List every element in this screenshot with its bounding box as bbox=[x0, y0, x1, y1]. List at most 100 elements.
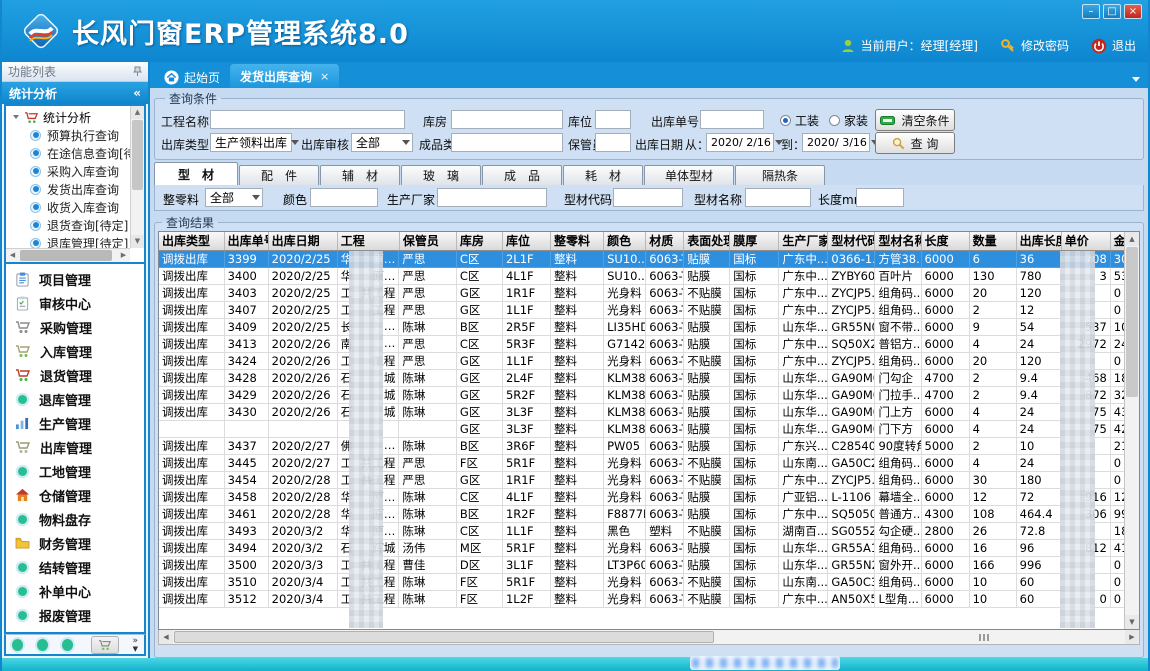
tree-item[interactable]: 在途信息查询[待 bbox=[6, 144, 130, 162]
material-tab[interactable]: 型 材 bbox=[154, 162, 238, 185]
tree-item[interactable]: 收货入库查询 bbox=[6, 198, 130, 216]
color-input[interactable] bbox=[310, 188, 378, 207]
column-header[interactable]: 型材代码 bbox=[828, 232, 875, 250]
whole-piece-select[interactable]: 全部 bbox=[205, 188, 263, 207]
dot-button[interactable] bbox=[37, 639, 48, 651]
cart-button[interactable] bbox=[91, 636, 119, 654]
order-no-input[interactable] bbox=[700, 110, 764, 129]
collapse-icon[interactable]: « bbox=[133, 86, 141, 100]
column-header[interactable]: 保管员 bbox=[399, 232, 456, 250]
tree-item[interactable]: 退货查询[待定] bbox=[6, 216, 130, 234]
audit-select[interactable]: 全部 bbox=[351, 133, 413, 152]
tree-vertical-scrollbar[interactable]: ▲ ▼ bbox=[130, 106, 144, 248]
material-tab[interactable]: 玻 璃 bbox=[401, 165, 481, 185]
column-header[interactable]: 单价 bbox=[1061, 232, 1110, 250]
table-row[interactable]: 调拨出库34092020/2/25长…陈琳B区2R5F整料LI35HD6063-… bbox=[159, 319, 1125, 336]
date-to-select[interactable]: 2020/ 3/16 bbox=[802, 133, 870, 152]
table-row[interactable]: 调拨出库34452020/2/27工共工程严思F区5R1F整料光身料6063-T… bbox=[159, 455, 1125, 472]
sidebar-item-采购管理[interactable]: 采购管理 bbox=[6, 315, 144, 339]
tab-home[interactable]: 起始页 bbox=[154, 66, 230, 88]
table-row[interactable]: 调拨出库34932020/3/2华原…陈琳C区1L1F整料黑色塑料不贴膜国标湖南… bbox=[159, 523, 1125, 540]
column-header[interactable]: 出库日期 bbox=[268, 232, 337, 250]
tab-overflow-icon[interactable] bbox=[1132, 77, 1140, 82]
date-from-select[interactable]: 2020/ 2/16 bbox=[706, 133, 774, 152]
column-header[interactable]: 整零料 bbox=[551, 232, 604, 250]
grid-vertical-scrollbar[interactable]: ▲ ▼ bbox=[1124, 232, 1139, 629]
column-header[interactable]: 工程 bbox=[337, 232, 399, 250]
tree-item[interactable]: 采购入库查询 bbox=[6, 162, 130, 180]
change-password-button[interactable]: 修改密码 bbox=[1000, 37, 1069, 54]
grid-horizontal-scrollbar[interactable]: ◀ ▶ bbox=[158, 630, 1140, 645]
material-tab[interactable]: 辅 材 bbox=[320, 165, 400, 185]
material-tab[interactable]: 单体型材 bbox=[644, 165, 734, 185]
material-tab[interactable]: 耗 材 bbox=[563, 165, 643, 185]
column-header[interactable]: 型材名称 bbox=[875, 232, 921, 250]
sidebar-item-工地管理[interactable]: 工地管理 bbox=[6, 459, 144, 483]
table-row[interactable]: 调拨出库34372020/2/27佛…陈琳B区3R6F整料PW056063-T5… bbox=[159, 438, 1125, 455]
tab-close-icon[interactable]: × bbox=[320, 70, 329, 83]
clear-conditions-button[interactable]: 清空条件 bbox=[875, 109, 955, 131]
table-row[interactable]: 调拨出库34582020/2/28华原…陈琳C区4L1F整料光身料6063-T5… bbox=[159, 489, 1125, 506]
table-row[interactable]: 调拨出库34612020/2/28华原…陈琳B区1R2F整料F8877FT606… bbox=[159, 506, 1125, 523]
search-button[interactable]: 查 询 bbox=[875, 132, 955, 154]
table-row[interactable]: 调拨出库35102020/3/4工共工程陈琳F区5R1F整料光身料6063-T5… bbox=[159, 574, 1125, 591]
column-header[interactable]: 金 bbox=[1110, 232, 1124, 250]
project-name-input[interactable] bbox=[210, 110, 405, 129]
column-header[interactable]: 颜色 bbox=[604, 232, 646, 250]
sidebar-item-审核中心[interactable]: 审核中心 bbox=[6, 291, 144, 315]
radio-jiazhuang[interactable]: 家装 bbox=[829, 112, 868, 129]
table-row[interactable]: G区3L3F整料KLM38176063-T5贴膜国标山东华...GA90M09.… bbox=[159, 421, 1125, 438]
sidebar-item-结转管理[interactable]: 结转管理 bbox=[6, 555, 144, 579]
column-header[interactable]: 库房 bbox=[456, 232, 502, 250]
close-button[interactable]: × bbox=[1124, 4, 1142, 19]
profile-name-input[interactable] bbox=[745, 188, 811, 207]
dot-button[interactable] bbox=[12, 639, 23, 651]
keeper-input[interactable] bbox=[595, 133, 631, 152]
sidebar-item-生产管理[interactable]: 生产管理 bbox=[6, 411, 144, 435]
table-row[interactable]: 调拨出库34002020/2/25华原…严思C区4L1F整料SU10...606… bbox=[159, 268, 1125, 285]
radio-gongzhuang[interactable]: 工装 bbox=[780, 112, 819, 129]
table-row[interactable]: 调拨出库34132020/2/26南…严思C区5R3F整料G714226063-… bbox=[159, 336, 1125, 353]
table-row[interactable]: 调拨出库34032020/2/25工共工程严思G区1R1F整料光身料6063-T… bbox=[159, 285, 1125, 302]
profile-code-input[interactable] bbox=[613, 188, 683, 207]
maximize-button[interactable]: □ bbox=[1103, 4, 1121, 19]
pin-icon[interactable] bbox=[133, 66, 142, 77]
column-header[interactable]: 生产厂家 bbox=[779, 232, 828, 250]
material-tab[interactable]: 成 品 bbox=[482, 165, 562, 185]
location-input[interactable] bbox=[595, 110, 631, 129]
dot-button[interactable] bbox=[62, 639, 73, 651]
column-header[interactable]: 出库长度 bbox=[1016, 232, 1061, 250]
column-header[interactable]: 出库单号 bbox=[224, 232, 268, 250]
length-input[interactable] bbox=[856, 188, 904, 207]
column-header[interactable]: 表面处理 bbox=[684, 232, 730, 250]
minimize-button[interactable]: – bbox=[1082, 4, 1100, 19]
tree-item[interactable]: 发货出库查询 bbox=[6, 180, 130, 198]
sidebar-item-财务管理[interactable]: 财务管理 bbox=[6, 531, 144, 555]
sidebar-item-物料盘存[interactable]: 物料盘存 bbox=[6, 507, 144, 531]
sidebar-more-button[interactable]: » ▼ bbox=[133, 637, 139, 653]
sidebar-item-报废管理[interactable]: 报废管理 bbox=[6, 603, 144, 627]
table-row[interactable]: 调拨出库33992020/2/25华原…严思C区2L1F整料SU10...606… bbox=[159, 250, 1125, 268]
sidebar-item-补单中心[interactable]: 补单中心 bbox=[6, 579, 144, 603]
table-row[interactable]: 调拨出库34242020/2/26工工程严思G区1L1F整料光身料6063-T5… bbox=[159, 353, 1125, 370]
sidebar-item-仓储管理[interactable]: 仓储管理 bbox=[6, 483, 144, 507]
sidebar-item-出库管理[interactable]: 出库管理 bbox=[6, 435, 144, 459]
material-tab[interactable]: 隔热条 bbox=[735, 165, 825, 185]
column-header[interactable]: 库位 bbox=[502, 232, 550, 250]
outbound-type-select[interactable]: 生产领料出库 bbox=[210, 133, 292, 152]
warehouse-input[interactable] bbox=[451, 110, 563, 129]
column-header[interactable]: 膜厚 bbox=[730, 232, 779, 250]
sidebar-item-退库管理[interactable]: 退库管理 bbox=[6, 387, 144, 411]
material-tab[interactable]: 配 件 bbox=[239, 165, 319, 185]
tree-root-statistics[interactable]: 统计分析 bbox=[6, 108, 130, 126]
column-header[interactable]: 出库类型 bbox=[159, 232, 224, 250]
tree-horizontal-scrollbar[interactable]: ◀ ▶ bbox=[6, 248, 130, 262]
table-row[interactable]: 调拨出库34072020/2/25工工程严思G区1L1F整料光身料6063-T5… bbox=[159, 302, 1125, 319]
table-row[interactable]: 调拨出库34292020/2/26石城陈琳G区5R2F整料KLM38176063… bbox=[159, 387, 1125, 404]
table-row[interactable]: 调拨出库34542020/2/28工共工程严思G区1R1F整料光身料6063-T… bbox=[159, 472, 1125, 489]
sidebar-section-statistics[interactable]: 统计分析 « bbox=[2, 82, 148, 104]
tree-item[interactable]: 退库管理[待定] bbox=[6, 234, 130, 248]
column-header[interactable]: 材质 bbox=[646, 232, 684, 250]
sidebar-item-入库管理[interactable]: 入库管理 bbox=[6, 339, 144, 363]
product-type-input[interactable] bbox=[451, 133, 563, 152]
